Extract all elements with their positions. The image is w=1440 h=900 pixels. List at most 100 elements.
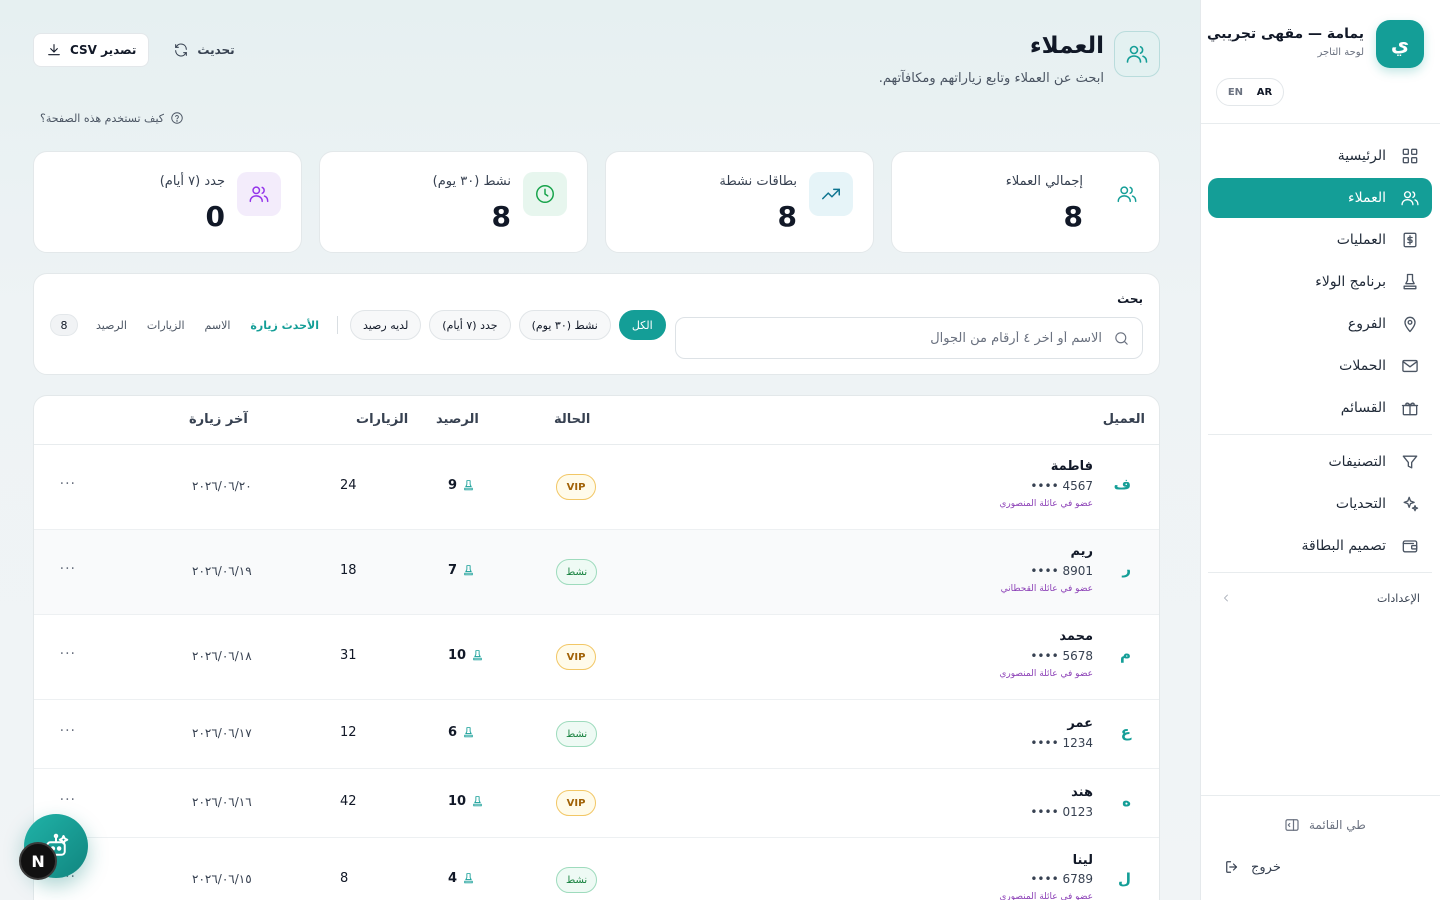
users-icon xyxy=(1105,172,1149,216)
stat-label: بطاقات نشطة xyxy=(719,174,797,189)
avatar: ه xyxy=(1122,792,1131,810)
trending-up-icon xyxy=(809,172,853,216)
table-row[interactable]: ع عمر •••• 1234 نشط 6 12 ٢٠٢٦/٠٦/١٧ ··· xyxy=(34,700,1159,769)
balance-value: 9 xyxy=(448,478,458,493)
lang-ar-button[interactable]: AR xyxy=(1251,84,1278,101)
help-link[interactable]: كيف تستخدم هذه الصفحة؟ xyxy=(40,111,184,125)
sidebar-item-label: الفروع xyxy=(1347,316,1386,332)
results-count-badge: 8 xyxy=(50,314,78,336)
col-last-visit[interactable]: آخر زيارة xyxy=(189,412,248,427)
lang-en-button[interactable]: EN xyxy=(1222,84,1249,101)
brand: ي يمامة — مقهى تجريبي لوحة التاجر xyxy=(1207,20,1424,68)
language-switch: EN AR xyxy=(1216,78,1284,106)
refresh-label: تحديث xyxy=(197,43,235,57)
sidebar-nav: الرئيسية العملاء العمليات برنامج الولاء … xyxy=(1208,136,1432,616)
sidebar-item-loyalty[interactable]: برنامج الولاء xyxy=(1208,262,1432,302)
customer-phone: •••• 5678 xyxy=(1030,649,1093,663)
balance: 4 xyxy=(448,871,475,886)
sidebar-item-transactions[interactable]: العمليات xyxy=(1208,220,1432,260)
stat-label: جدد (٧ أيام) xyxy=(159,174,225,189)
sidebar-item-vouchers[interactable]: القسائم xyxy=(1208,388,1432,428)
search-input[interactable] xyxy=(682,318,1102,358)
customer-name: هند xyxy=(1071,785,1093,800)
customer-name: عمر xyxy=(1067,716,1093,731)
logout-icon xyxy=(1226,861,1238,873)
family-label: عضو في عائلة المنصوري xyxy=(999,499,1093,509)
chip-active-30-days[interactable]: نشط (٣٠ يوم) xyxy=(518,310,611,340)
family-label: عضو في عائلة القحطاني xyxy=(1000,584,1093,594)
table-row[interactable]: م محمد •••• 5678 عضو في عائلة المنصوري V… xyxy=(34,615,1159,700)
refresh-button[interactable]: تحديث xyxy=(163,33,244,67)
export-csv-button[interactable]: تصدير CSV xyxy=(33,33,150,67)
status-badge: نشط xyxy=(556,721,598,747)
stamp-icon xyxy=(473,650,482,661)
visits: 18 xyxy=(340,563,357,578)
status-badge: VIP xyxy=(556,644,596,670)
table-row[interactable]: ف فاطمة •••• 4567 عضو في عائلة المنصوري … xyxy=(34,445,1159,530)
sidebar-item-label: التصنيفات xyxy=(1328,454,1387,470)
sidebar-item-settings[interactable]: الإعدادات xyxy=(1208,580,1432,616)
sidebar-item-home[interactable]: الرئيسية xyxy=(1208,136,1432,176)
sidebar-item-branches[interactable]: الفروع xyxy=(1208,304,1432,344)
col-customer[interactable]: العميل xyxy=(1103,412,1145,427)
col-balance[interactable]: الرصيد xyxy=(436,412,479,427)
collapse-sidebar-button[interactable]: طي القائمة xyxy=(1283,816,1366,834)
sort-name[interactable]: الاسم xyxy=(199,319,237,332)
filter-chips: الكل نشط (٣٠ يوم) جدد (٧ أيام) لديه رصيد… xyxy=(50,310,666,340)
chip-has-balance[interactable]: لديه رصيد xyxy=(349,310,422,340)
row-menu-button[interactable]: ··· xyxy=(56,792,76,808)
col-visits[interactable]: الزيارات xyxy=(356,412,408,427)
logout-label: خروج xyxy=(1251,859,1281,875)
customer-name: ريم xyxy=(1070,544,1093,559)
customers-table: العميل الحالة الرصيد الزيارات آخر زيارة … xyxy=(33,395,1160,900)
logout-button[interactable]: خروج xyxy=(1223,858,1281,876)
row-menu-button[interactable]: ··· xyxy=(56,476,76,492)
family-label: عضو في عائلة المنصوري xyxy=(999,669,1093,679)
last-visit: ٢٠٢٦/٠٦/١٥ xyxy=(192,872,252,886)
row-menu-button[interactable]: ··· xyxy=(56,723,76,739)
col-status[interactable]: الحالة xyxy=(554,412,590,427)
filter-icon xyxy=(1402,455,1418,469)
customer-phone: •••• 0123 xyxy=(1030,805,1093,819)
family-label: عضو في عائلة المنصوري xyxy=(999,892,1093,900)
table-row[interactable]: ر ريم •••• 8901 عضو في عائلة القحطاني نش… xyxy=(34,530,1159,615)
sidebar-item-card-design[interactable]: تصميم البطاقة xyxy=(1208,526,1432,566)
chip-new-7-days[interactable]: جدد (٧ أيام) xyxy=(429,310,511,340)
stamp-icon xyxy=(464,565,473,576)
status-badge: VIP xyxy=(556,790,596,816)
download-icon xyxy=(48,44,60,56)
nav-divider xyxy=(1208,572,1432,573)
sidebar-item-label: الحملات xyxy=(1339,358,1386,374)
brand-logo: ي xyxy=(1376,20,1424,68)
table-header: العميل الحالة الرصيد الزيارات آخر زيارة xyxy=(34,396,1159,445)
chip-all[interactable]: الكل xyxy=(618,310,666,340)
balance-value: 10 xyxy=(448,794,467,809)
row-menu-button[interactable]: ··· xyxy=(56,646,76,662)
row-menu-button[interactable]: ··· xyxy=(56,561,76,577)
customer-phone: •••• 8901 xyxy=(1030,564,1093,578)
last-visit: ٢٠٢٦/٠٦/١٩ xyxy=(192,564,252,578)
n-badge-button[interactable]: N xyxy=(19,842,57,880)
export-csv-label: تصدير CSV xyxy=(70,43,137,57)
table-row[interactable]: ه هند •••• 0123 VIP 10 42 ٢٠٢٦/٠٦/١٦ ··· xyxy=(34,769,1159,838)
status-badge: نشط xyxy=(556,867,598,893)
stamp-icon xyxy=(1403,273,1417,290)
avatar: ع xyxy=(1120,723,1131,741)
sidebar-item-customers[interactable]: العملاء xyxy=(1208,178,1432,218)
search-box[interactable] xyxy=(675,317,1143,359)
sidebar-collapse-icon xyxy=(1285,819,1299,831)
sort-visits[interactable]: الزيارات xyxy=(141,319,191,332)
sidebar-item-challenges[interactable]: التحديات xyxy=(1208,484,1432,524)
sort-balance[interactable]: الرصيد xyxy=(90,319,133,332)
page-title: العملاء xyxy=(1029,33,1104,59)
customer-name: محمد xyxy=(1059,629,1093,644)
balance: 10 xyxy=(448,794,484,809)
balance: 6 xyxy=(448,725,475,740)
sort-latest-visit[interactable]: الأحدث زيارة xyxy=(244,319,325,332)
stamp-icon xyxy=(464,727,473,738)
table-row[interactable]: ل لينا •••• 6789 عضو في عائلة المنصوري ن… xyxy=(34,838,1159,900)
sidebar-item-campaigns[interactable]: الحملات xyxy=(1208,346,1432,386)
chevron-left-icon xyxy=(1224,594,1228,602)
customer-name: لينا xyxy=(1072,853,1093,868)
sidebar-item-categories[interactable]: التصنيفات xyxy=(1208,442,1432,482)
